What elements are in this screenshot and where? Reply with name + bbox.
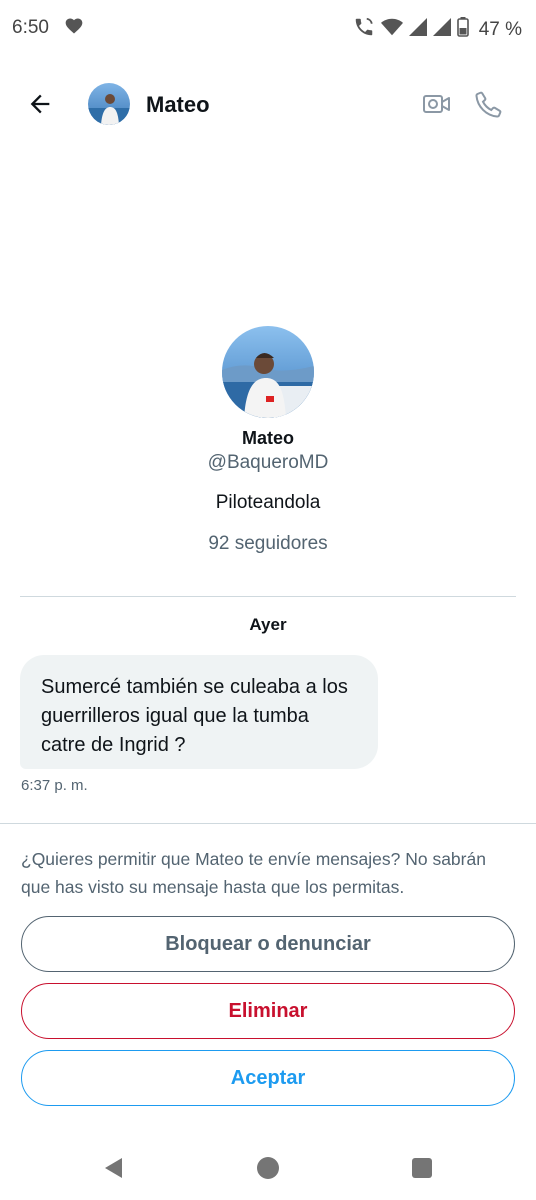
heart-icon: [64, 16, 84, 41]
day-separator: Ayer: [249, 615, 287, 634]
chat-header: Mateo: [0, 70, 536, 138]
battery-icon: [456, 17, 469, 42]
nav-back-button[interactable]: [102, 1156, 124, 1185]
status-bar: 6:50 47 %: [0, 0, 536, 58]
signal-icon: [408, 18, 427, 41]
profile-handle: @BaqueroMD: [207, 452, 329, 473]
accept-button[interactable]: Aceptar: [21, 1050, 515, 1106]
header-title: Mateo: [146, 92, 210, 117]
wifi-calling-icon: [353, 16, 375, 43]
divider: [0, 823, 536, 824]
profile-avatar[interactable]: [222, 326, 314, 418]
divider: [20, 596, 516, 597]
status-icons: 47 %: [353, 16, 522, 43]
block-report-button[interactable]: Bloquear o denunciar: [21, 916, 515, 972]
profile-followers[interactable]: 92 seguidores: [0, 533, 536, 555]
voice-call-button[interactable]: [474, 89, 504, 119]
profile-bio: Piloteandola: [215, 492, 321, 513]
battery-percent: 47 %: [478, 18, 522, 40]
nav-home-button[interactable]: [257, 1157, 279, 1179]
avatar[interactable]: [88, 83, 130, 125]
delete-button[interactable]: Eliminar: [21, 983, 515, 1039]
phone-icon: [475, 91, 502, 118]
triangle-back-icon: [105, 1158, 122, 1178]
status-time: 6:50: [12, 17, 49, 38]
arrow-left-icon: [30, 94, 50, 114]
back-button[interactable]: [26, 90, 58, 118]
profile-name: Mateo: [241, 428, 294, 448]
wifi-icon: [380, 17, 403, 42]
video-camera-icon: [423, 95, 450, 113]
message-bubble[interactable]: Sumercé también se culeaba a los guerril…: [20, 655, 378, 769]
message-timestamp: 6:37 p. m.: [21, 777, 88, 794]
message-request-text: ¿Quieres permitir que Mateo te envíe men…: [21, 849, 486, 897]
nav-recents-button[interactable]: [412, 1158, 432, 1178]
video-call-button[interactable]: [422, 91, 452, 117]
signal-icon-2: [432, 18, 451, 41]
